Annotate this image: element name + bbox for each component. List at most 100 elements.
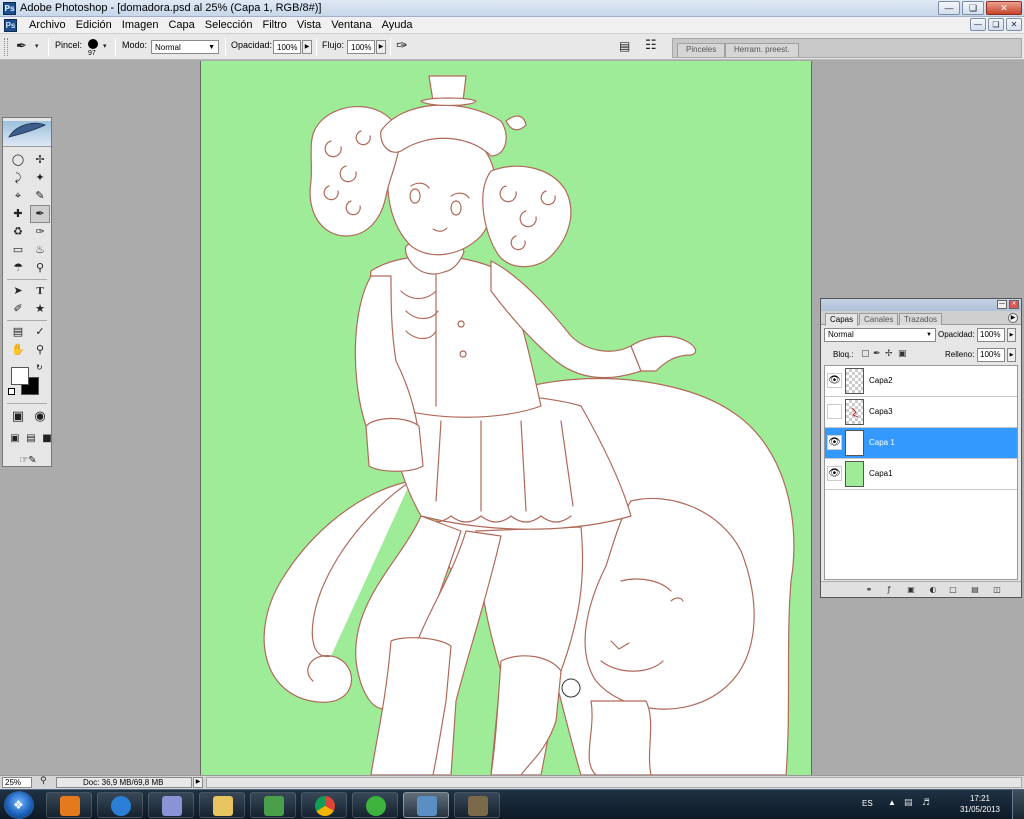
brush-tool-preset-icon[interactable]: ✒ [16,39,27,54]
flujo-input[interactable]: 100% [347,40,375,54]
history-brush-icon[interactable]: ✑ [30,223,50,241]
brush-picker-arrow-icon[interactable]: ▾ [103,42,107,50]
move-icon[interactable]: ✢ [30,151,50,169]
toggle-palettes-icon[interactable]: ☷ [645,38,657,53]
foreground-color-swatch[interactable] [11,367,29,385]
path-select-icon[interactable]: ➤ [8,282,28,300]
eye-icon[interactable]: 👁 [827,466,842,481]
hand-icon[interactable]: ✋ [8,341,28,359]
network-app-icon[interactable] [148,792,194,818]
layer-row-capa-1[interactable]: 👁 Capa 1 [825,428,1017,459]
eye-hidden-icon[interactable]: 👁 [827,404,842,419]
layer-row-capa3[interactable]: 👁 Capa3 [825,397,1017,428]
explorer-folder-icon[interactable] [199,792,245,818]
dodge-icon[interactable]: ⚲ [30,259,50,277]
slice-icon[interactable]: ✎ [30,187,50,205]
doc-restore-button[interactable]: ❏ [988,18,1004,31]
flujo-slider-arrow-icon[interactable]: ▶ [376,40,386,54]
layer-row-capa2[interactable]: 👁 Capa2 [825,366,1017,397]
blur-icon[interactable]: ☂ [8,259,28,277]
folder-icon[interactable]: □ [947,584,959,595]
shape-icon[interactable]: ★ [30,300,50,318]
status-menu-arrow-icon[interactable]: ▶ [193,777,203,788]
preset-dropdown-arrow-icon[interactable]: ▾ [35,42,39,50]
photoshop-feather-icon[interactable] [403,792,449,818]
link-icon[interactable]: ⚭ [863,584,875,595]
relleno-input[interactable]: 100% [977,348,1005,362]
close-button[interactable]: ✕ [986,1,1022,15]
adjustment-layer-icon[interactable]: ◐ [927,584,939,595]
users-app-icon[interactable] [250,792,296,818]
app-pen-icon[interactable] [454,792,500,818]
photoshop-app-icon[interactable]: Ps [3,2,16,15]
clock[interactable]: 17:21 31/05/2013 [958,793,1002,815]
menu-ayuda[interactable]: Ayuda [377,19,418,31]
adobe-feather-logo[interactable] [3,121,51,147]
layer-style-icon[interactable]: ƒ [883,584,895,595]
lock-transparency-icon[interactable]: ▢ [861,349,870,359]
panel-minimize-icon[interactable]: — [997,300,1007,309]
pen-icon[interactable]: ✐ [8,300,28,318]
panel-close-icon[interactable]: ✕ [1009,300,1019,309]
healing-icon[interactable]: ✚ [8,205,28,223]
network-icon[interactable]: ▤ [904,798,913,808]
menu-seleccion[interactable]: Selección [200,19,258,31]
show-desktop-button[interactable] [1012,790,1024,819]
menu-filtro[interactable]: Filtro [257,19,291,31]
crop-icon[interactable]: ⌖ [8,187,28,205]
swap-colors-icon[interactable]: ↻ [36,363,43,372]
screen-mode-full-icon[interactable]: ■ [40,430,54,448]
doc-close-button[interactable]: ✕ [1006,18,1022,31]
lock-paint-icon[interactable]: ✒ [873,349,882,359]
menu-archivo[interactable]: Archivo [24,19,71,31]
tab-canales[interactable]: Canales [859,313,899,325]
maximize-button[interactable]: ❏ [962,1,984,15]
start-button[interactable]: ❖ [4,791,34,819]
screen-mode-full-menu-icon[interactable]: ▤ [24,430,38,448]
tab-trazados[interactable]: Trazados [899,313,943,325]
options-grip[interactable] [4,38,8,56]
file-browser-icon[interactable]: ▤ [619,39,630,53]
magic-wand-icon[interactable]: ✦ [30,169,50,187]
eye-icon[interactable]: 👁 [827,373,842,388]
layers-panel-titlebar[interactable]: — ✕ [821,299,1021,311]
horizontal-scrollbar[interactable] [206,777,1022,788]
menu-vista[interactable]: Vista [292,19,326,31]
screen-mode-standard-icon[interactable]: ▣ [8,430,22,448]
clone-stamp-icon[interactable]: ♻ [8,223,28,241]
brush-icon[interactable]: ✒ [30,205,50,223]
status-icon[interactable]: ⚲ [40,776,47,786]
volume-icon[interactable]: ♬ [922,798,930,808]
eye-icon[interactable]: 👁 [827,435,842,450]
brush-preview-icon[interactable] [88,39,98,49]
jump-to-imageready-icon[interactable]: ☞✎ [8,452,48,470]
opacidad-input[interactable]: 100% [273,40,301,54]
layer-opacidad-input[interactable]: 100% [977,328,1005,342]
layer-row-capa1[interactable]: 👁 Capa1 [825,459,1017,490]
chrome-icon[interactable] [301,792,347,818]
opacidad-slider-arrow-icon[interactable]: ▶ [302,40,312,54]
lock-position-icon[interactable]: ✢ [885,349,894,359]
doc-minimize-button[interactable]: — [970,18,986,31]
internet-explorer-icon[interactable] [97,792,143,818]
lock-all-icon[interactable]: ▣ [898,349,907,359]
document-icon[interactable]: Ps [4,19,17,32]
eyedropper-icon[interactable]: ✓ [30,323,50,341]
relleno-arrow-icon[interactable]: ▶ [1007,348,1016,362]
panel-menu-arrow-icon[interactable]: ▶ [1008,313,1018,323]
minimize-button[interactable]: — [938,1,960,15]
new-layer-icon[interactable]: ▤ [969,584,981,595]
type-icon[interactable]: T [30,282,50,300]
zoom-field[interactable]: 25% [2,777,32,788]
trash-icon[interactable]: ◫ [991,584,1003,595]
airbrush-icon[interactable]: ✑ [396,38,408,54]
menu-edicion[interactable]: Edición [71,19,117,31]
document-canvas[interactable] [200,61,812,775]
eraser-icon[interactable]: ▭ [8,241,28,259]
zoom-icon[interactable]: ⚲ [30,341,50,359]
media-player-icon[interactable] [46,792,92,818]
paint-bucket-icon[interactable]: ♨ [30,241,50,259]
lasso-icon[interactable]: ⤸ [8,169,28,187]
default-colors-icon[interactable] [8,388,15,395]
menu-capa[interactable]: Capa [163,19,199,31]
